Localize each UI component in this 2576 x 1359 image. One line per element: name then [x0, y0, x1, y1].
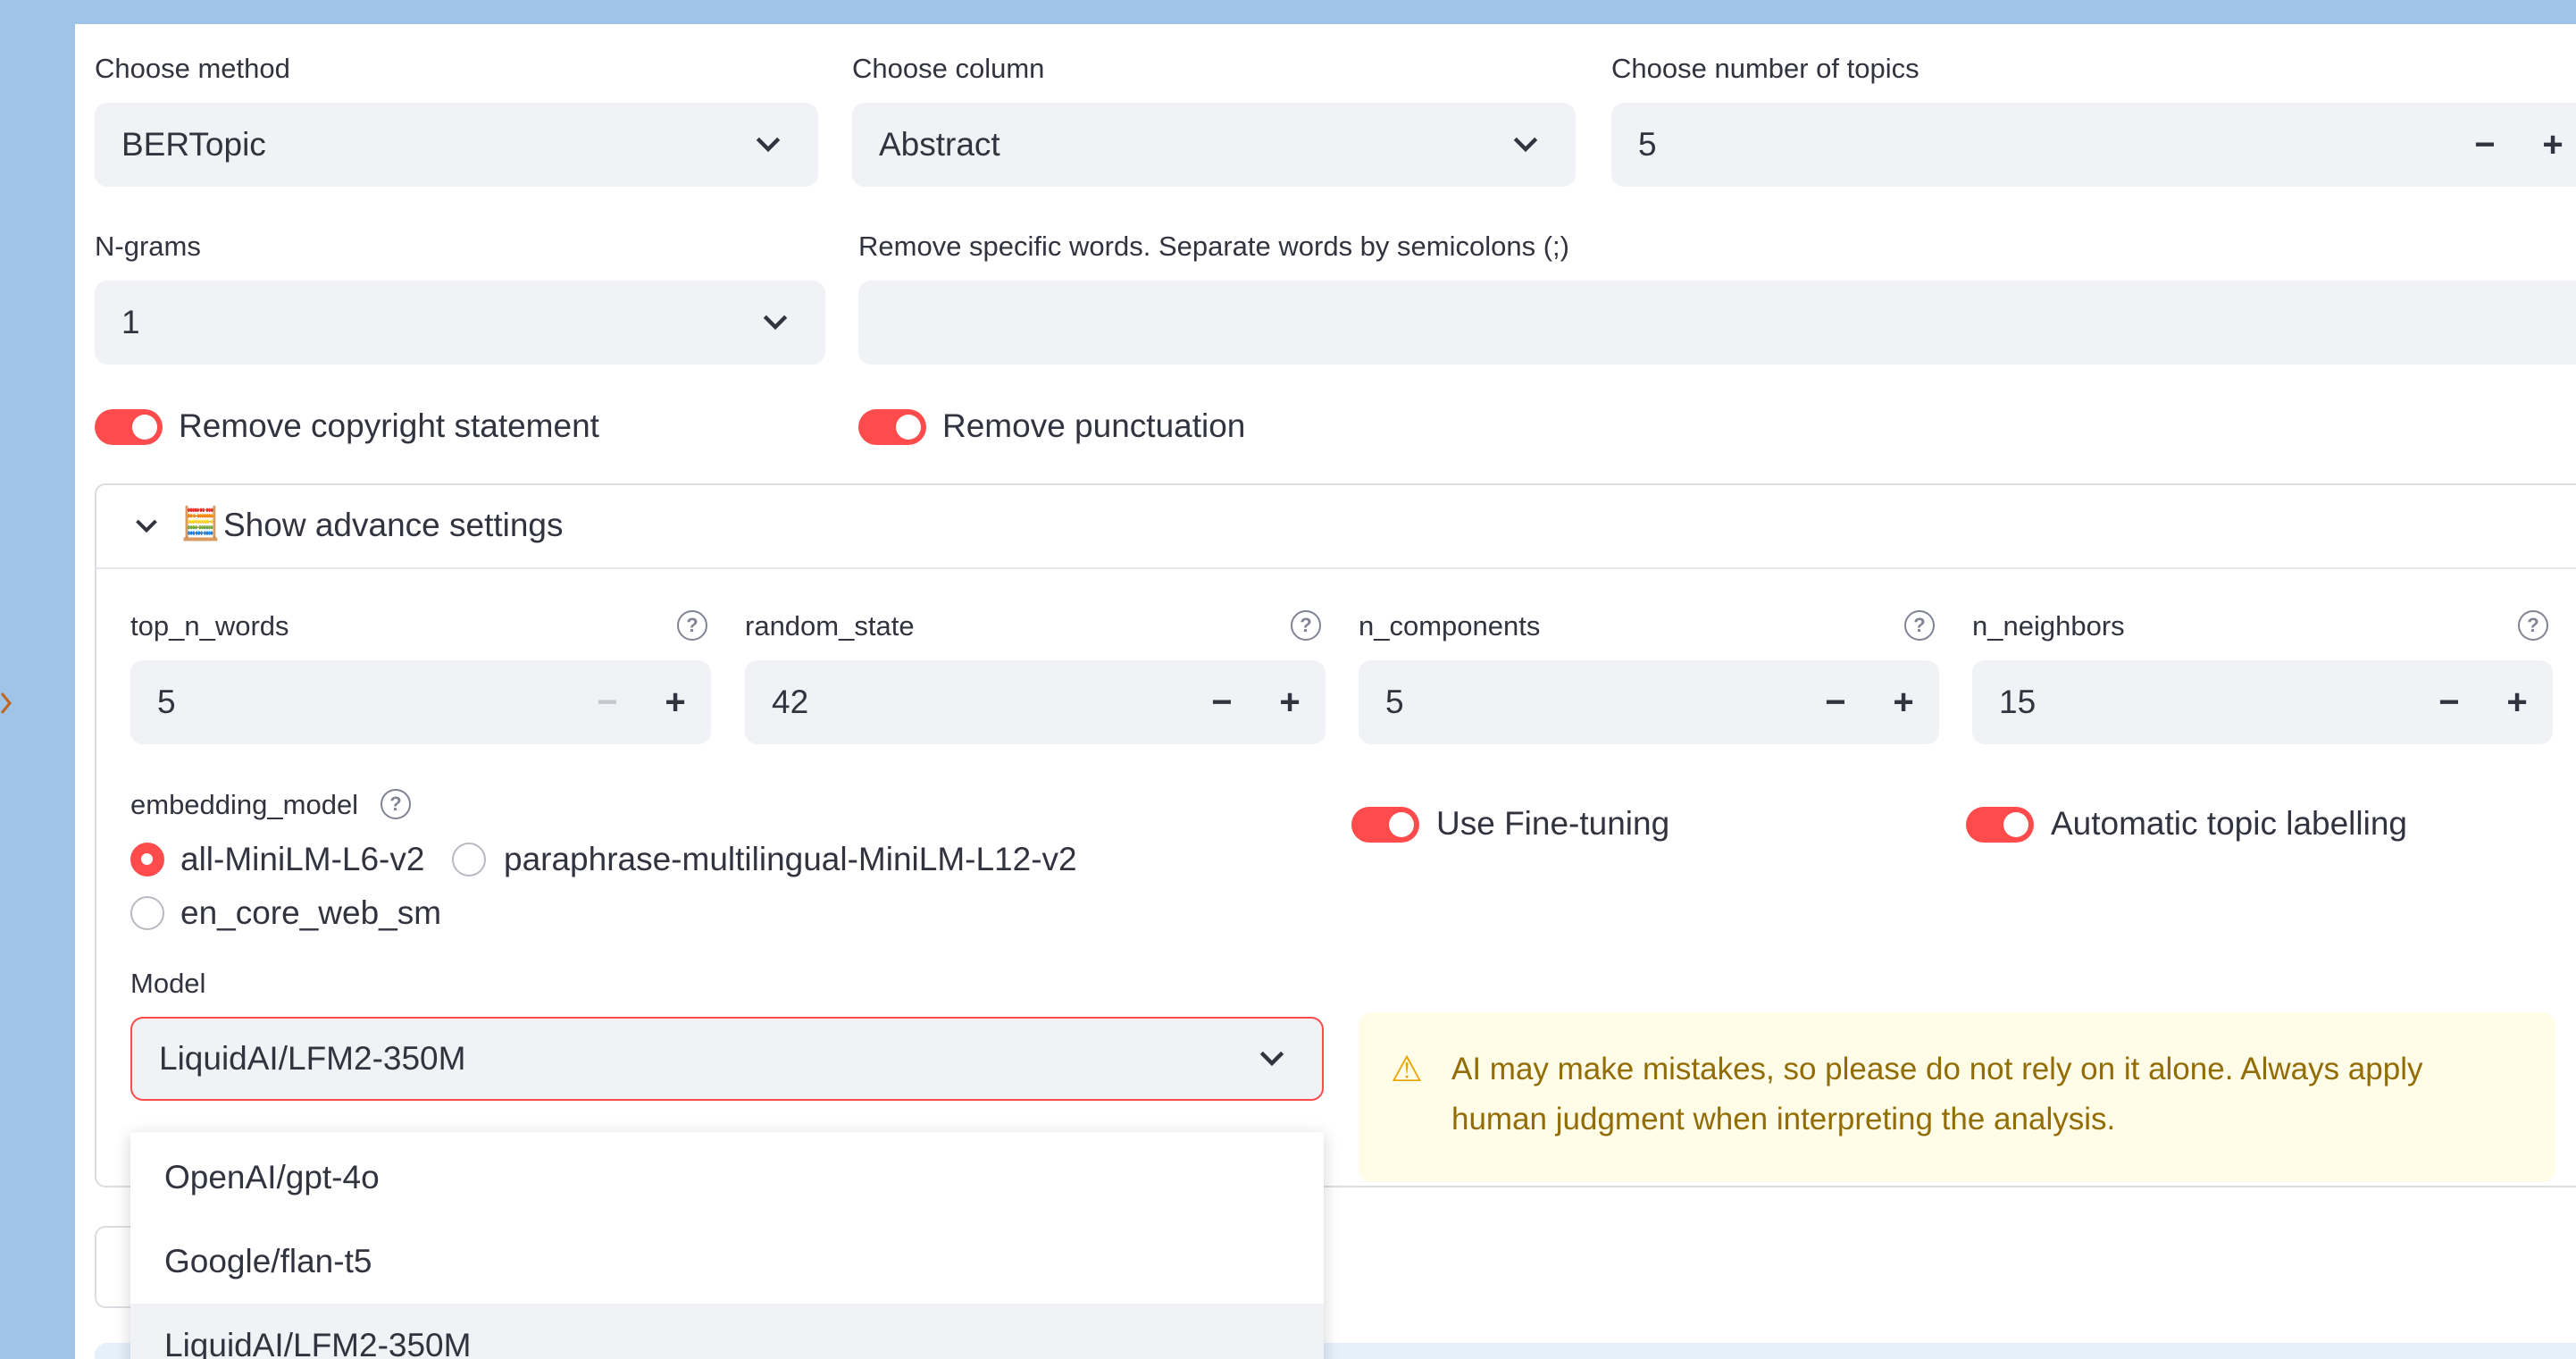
- n-neighbors-increment-button[interactable]: +: [2490, 675, 2544, 729]
- chevron-down-icon: [1513, 137, 1538, 153]
- help-icon[interactable]: ?: [2518, 610, 2548, 641]
- n-neighbors-value: 15: [1999, 684, 2037, 720]
- n-neighbors-decrement-button[interactable]: −: [2422, 675, 2476, 729]
- ngrams-label: N-grams: [95, 231, 201, 262]
- remove-punctuation-label: Remove punctuation: [942, 407, 1246, 444]
- remove-words-input[interactable]: [858, 281, 2576, 365]
- remove-copyright-toggle[interactable]: [95, 409, 163, 445]
- random-state-decrement-button[interactable]: −: [1195, 675, 1249, 729]
- n-components-value: 5: [1385, 684, 1404, 720]
- help-icon[interactable]: ?: [1904, 610, 1935, 641]
- advanced-settings-title: Show advance settings: [223, 507, 564, 543]
- model-option-lfm2-350m[interactable]: LiquidAI/LFM2-350M: [130, 1304, 1324, 1359]
- random-state-value: 42: [772, 684, 809, 720]
- method-label: Choose method: [95, 53, 290, 84]
- column-value: Abstract: [879, 126, 1000, 163]
- auto-labelling-label: Automatic topic labelling: [2051, 805, 2407, 842]
- warning-icon: ⚠: [1391, 1050, 1423, 1089]
- num-topics-decrement-button[interactable]: −: [2458, 118, 2512, 172]
- ngrams-select[interactable]: 1: [95, 281, 825, 365]
- column-select[interactable]: Abstract: [852, 103, 1576, 187]
- toggle-knob: [1389, 812, 1414, 837]
- method-select[interactable]: BERTopic: [95, 103, 818, 187]
- chevron-down-icon: [763, 315, 788, 331]
- random-state-stepper[interactable]: 42 − +: [745, 660, 1326, 744]
- model-select[interactable]: LiquidAI/LFM2-350M: [130, 1017, 1324, 1101]
- top-n-words-decrement-button[interactable]: −: [581, 675, 634, 729]
- fine-tuning-label: Use Fine-tuning: [1436, 805, 1670, 842]
- main-panel: Choose method BERTopic Choose column Abs…: [75, 24, 2576, 1359]
- advanced-settings-expander: 🧮 Show advance settings top_n_words ? 5 …: [95, 483, 2576, 1187]
- column-label: Choose column: [852, 53, 1045, 84]
- random-state-label: random_state: [745, 610, 915, 642]
- n-components-label: n_components: [1359, 610, 1541, 642]
- n-components-increment-button[interactable]: +: [1877, 675, 1930, 729]
- ai-warning-alert: ⚠ AI may make mistakes, so please do not…: [1359, 1012, 2555, 1182]
- model-option-flan-t5[interactable]: Google/flan-t5: [130, 1220, 1324, 1304]
- toggle-knob: [132, 415, 157, 440]
- n-components-stepper[interactable]: 5 − +: [1359, 660, 1939, 744]
- radio-paraphrase-multilingual-label: paraphrase-multilingual-MiniLM-L12-v2: [504, 841, 1077, 877]
- num-topics-increment-button[interactable]: +: [2526, 118, 2576, 172]
- model-dropdown-list: OpenAI/gpt-4o Google/flan-t5 LiquidAI/LF…: [130, 1132, 1324, 1359]
- chevron-down-icon: [756, 137, 781, 153]
- warning-text-line-1: AI may make mistakes, so please do not r…: [1451, 1052, 2423, 1086]
- num-topics-value: 5: [1638, 126, 1657, 163]
- top-n-words-label: top_n_words: [130, 610, 289, 642]
- expander-divider: [96, 567, 2576, 569]
- warning-text-line-2: human judgment when interpreting the ana…: [1451, 1102, 2116, 1137]
- top-n-words-value: 5: [157, 684, 176, 720]
- top-n-words-stepper[interactable]: 5 − +: [130, 660, 711, 744]
- help-icon[interactable]: ?: [1291, 610, 1321, 641]
- sidebar-expand-arrow-icon[interactable]: [0, 690, 13, 717]
- fine-tuning-toggle[interactable]: [1351, 807, 1419, 843]
- n-neighbors-label: n_neighbors: [1972, 610, 2125, 642]
- random-state-increment-button[interactable]: +: [1263, 675, 1317, 729]
- expander-header[interactable]: 🧮 Show advance settings: [96, 485, 2576, 567]
- toggle-knob: [896, 415, 921, 440]
- radio-all-minilm-label: all-MiniLM-L6-v2: [180, 841, 425, 877]
- chevron-down-icon: [136, 519, 157, 533]
- remove-punctuation-toggle[interactable]: [858, 409, 926, 445]
- radio-en-core-web-sm[interactable]: [130, 896, 164, 930]
- n-neighbors-stepper[interactable]: 15 − +: [1972, 660, 2553, 744]
- model-option-gpt-4o[interactable]: OpenAI/gpt-4o: [130, 1136, 1324, 1220]
- help-icon[interactable]: ?: [677, 610, 707, 641]
- embedding-model-label: embedding_model: [130, 789, 359, 820]
- ngrams-value: 1: [121, 304, 140, 340]
- auto-labelling-toggle[interactable]: [1966, 807, 2034, 843]
- toggle-knob: [2003, 812, 2028, 837]
- radio-all-minilm[interactable]: [130, 843, 164, 877]
- abacus-icon: 🧮: [180, 505, 221, 541]
- top-n-words-increment-button[interactable]: +: [648, 675, 702, 729]
- num-topics-stepper[interactable]: 5 − +: [1611, 103, 2576, 187]
- chevron-down-icon: [1259, 1051, 1284, 1067]
- method-value: BERTopic: [121, 126, 266, 163]
- radio-paraphrase-multilingual[interactable]: [452, 843, 486, 877]
- help-icon[interactable]: ?: [381, 789, 411, 819]
- radio-en-core-web-sm-label: en_core_web_sm: [180, 894, 442, 931]
- remove-words-label: Remove specific words. Separate words by…: [858, 231, 1569, 262]
- model-label: Model: [130, 968, 206, 999]
- n-components-decrement-button[interactable]: −: [1809, 675, 1862, 729]
- num-topics-label: Choose number of topics: [1611, 53, 1919, 84]
- model-value: LiquidAI/LFM2-350M: [159, 1040, 466, 1077]
- remove-copyright-label: Remove copyright statement: [179, 407, 599, 444]
